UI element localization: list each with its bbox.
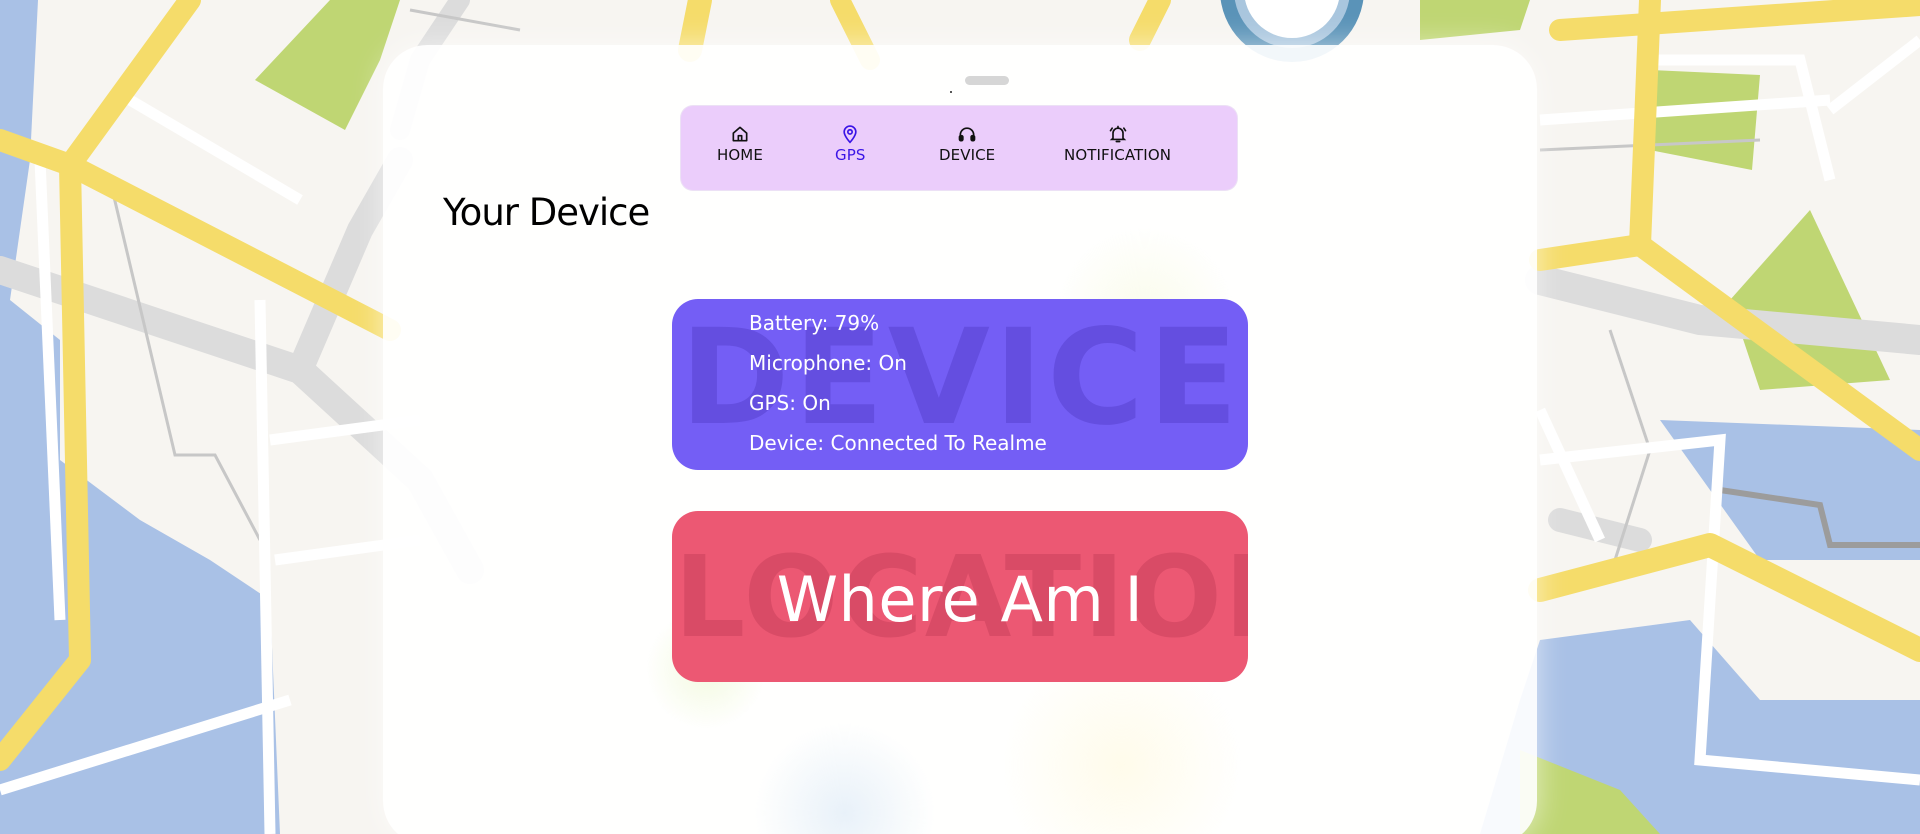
nav-item-home[interactable]: HOME <box>717 124 763 164</box>
tiny-dot <box>950 91 952 93</box>
bell-icon <box>1109 125 1126 143</box>
microphone-status: Microphone: On <box>749 351 907 375</box>
gps-status: GPS: On <box>749 391 831 415</box>
nav-item-label: DEVICE <box>939 146 996 164</box>
nav-item-notification[interactable]: NOTIFICATION <box>1064 124 1171 164</box>
page-title: Your Device <box>443 191 650 234</box>
device-status-card: DEVICE Battery: 79% Microphone: On GPS: … <box>672 299 1248 470</box>
battery-status: Battery: 79% <box>749 311 880 335</box>
home-icon <box>732 126 748 142</box>
where-am-i-card[interactable]: LOCATION Where Am I <box>672 511 1248 682</box>
where-am-i-button[interactable]: Where Am I <box>672 511 1248 682</box>
headphones-icon <box>958 127 976 142</box>
nav-item-label: GPS <box>835 146 866 164</box>
device-connection-status: Device: Connected To Realme <box>749 431 1047 455</box>
top-nav: HOME GPS DEVICE NOTIFICATION <box>681 106 1237 190</box>
nav-item-label: NOTIFICATION <box>1064 146 1172 164</box>
drag-handle[interactable] <box>965 76 1009 85</box>
nav-item-gps[interactable]: GPS <box>835 124 866 164</box>
nav-item-label: HOME <box>717 146 763 164</box>
location-pin-icon <box>843 125 857 144</box>
device-info-list: Battery: 79% Microphone: On GPS: On Devi… <box>749 309 1047 469</box>
main-panel: HOME GPS DEVICE NOTIFICATION Your Device… <box>383 45 1537 834</box>
nav-item-device[interactable]: DEVICE <box>939 124 995 164</box>
